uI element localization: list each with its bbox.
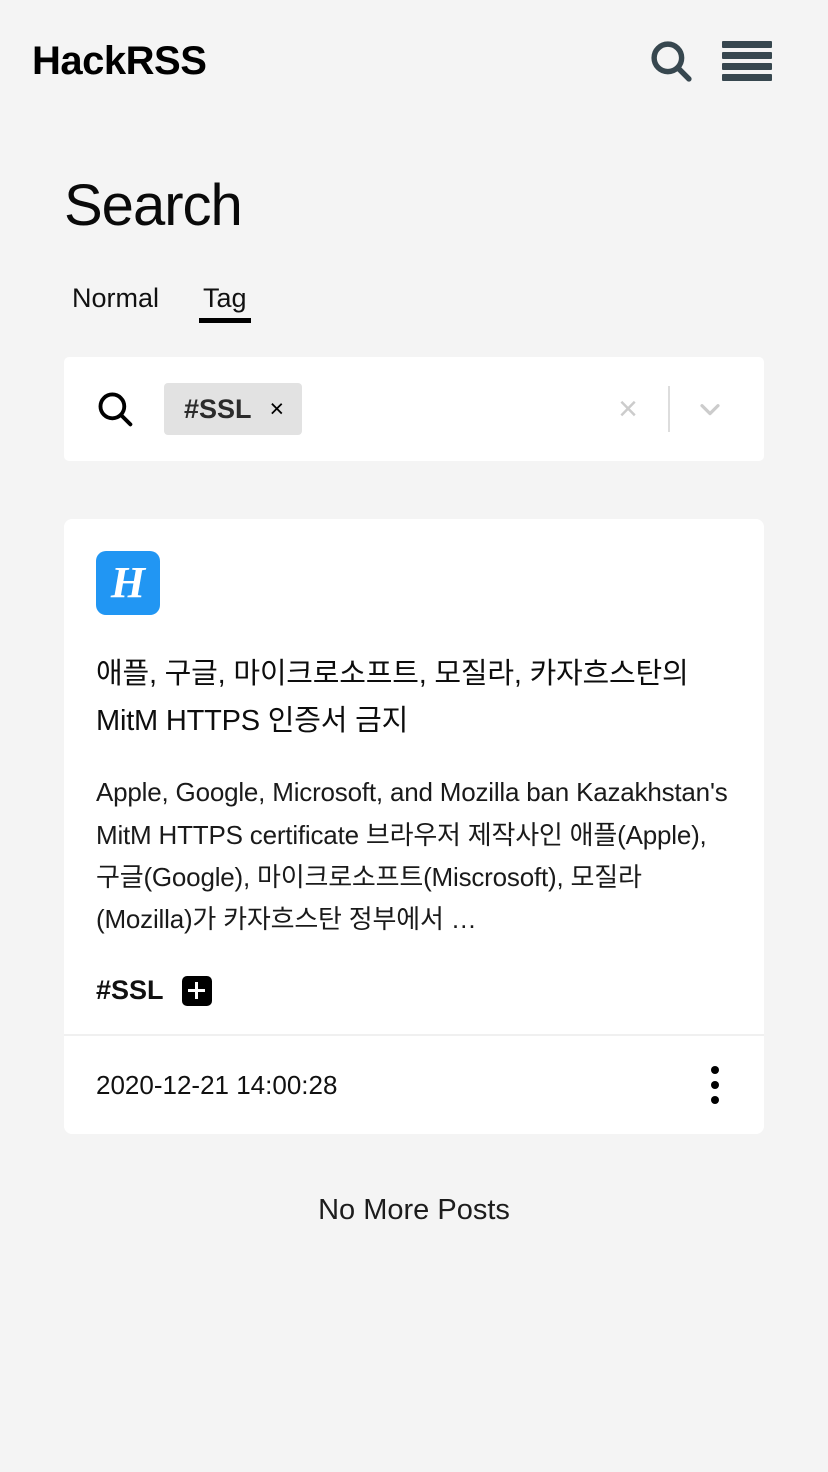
clear-icon[interactable]: ×: [602, 392, 654, 426]
post-tag-row: #SSL: [96, 975, 732, 1006]
post-title[interactable]: 애플, 구글, 마이크로소프트, 모질라, 카자흐스탄의 MitM HTTPS …: [96, 651, 732, 745]
tab-tag[interactable]: Tag: [195, 283, 255, 336]
app-header: HackRSS: [0, 0, 828, 122]
kebab-menu-icon[interactable]: [698, 1064, 732, 1106]
page-title: Search: [64, 173, 243, 238]
kebab-dot: [711, 1080, 719, 1089]
hamburger-bar: [722, 74, 772, 81]
hamburger-bar: [722, 63, 772, 70]
post-card-body: H 애플, 구글, 마이크로소프트, 모질라, 카자흐스탄의 MitM HTTP…: [64, 519, 764, 1033]
control-divider: [668, 386, 670, 433]
hamburger-menu-icon[interactable]: [722, 38, 772, 84]
search-icon[interactable]: [646, 36, 696, 86]
post-timestamp: 2020-12-21 14:00:28: [96, 1069, 338, 1100]
kebab-dot: [711, 1095, 719, 1104]
post-card-footer: 2020-12-21 14:00:28: [64, 1033, 764, 1134]
tag-chip-ssl[interactable]: #SSL ×: [164, 383, 303, 436]
no-more-posts-label: No More Posts: [318, 1193, 510, 1226]
search-icon: [94, 388, 136, 430]
hamburger-bar: [722, 41, 772, 48]
tab-normal[interactable]: Normal: [64, 283, 167, 336]
tag-chip-label: #SSL: [184, 393, 252, 424]
hamburger-bar: [722, 52, 772, 59]
post-description: Apple, Google, Microsoft, and Mozilla ba…: [96, 777, 728, 934]
search-mode-tabs: Normal Tag: [0, 238, 828, 336]
tag-search-field[interactable]: #SSL × ×: [64, 357, 764, 462]
app-brand: HackRSS: [32, 39, 207, 83]
tag-chip-remove-icon[interactable]: ×: [270, 396, 285, 422]
post-tag-ssl[interactable]: #SSL: [96, 977, 164, 1004]
header-actions: [646, 36, 796, 86]
post-card[interactable]: H 애플, 구글, 마이크로소프트, 모질라, 카자흐스탄의 MitM HTTP…: [64, 519, 764, 1134]
plus-icon[interactable]: [181, 975, 212, 1006]
search-field-controls: ×: [602, 386, 736, 433]
chevron-down-icon[interactable]: [684, 393, 736, 425]
site-favicon: H: [96, 551, 160, 616]
kebab-dot: [711, 1065, 719, 1074]
